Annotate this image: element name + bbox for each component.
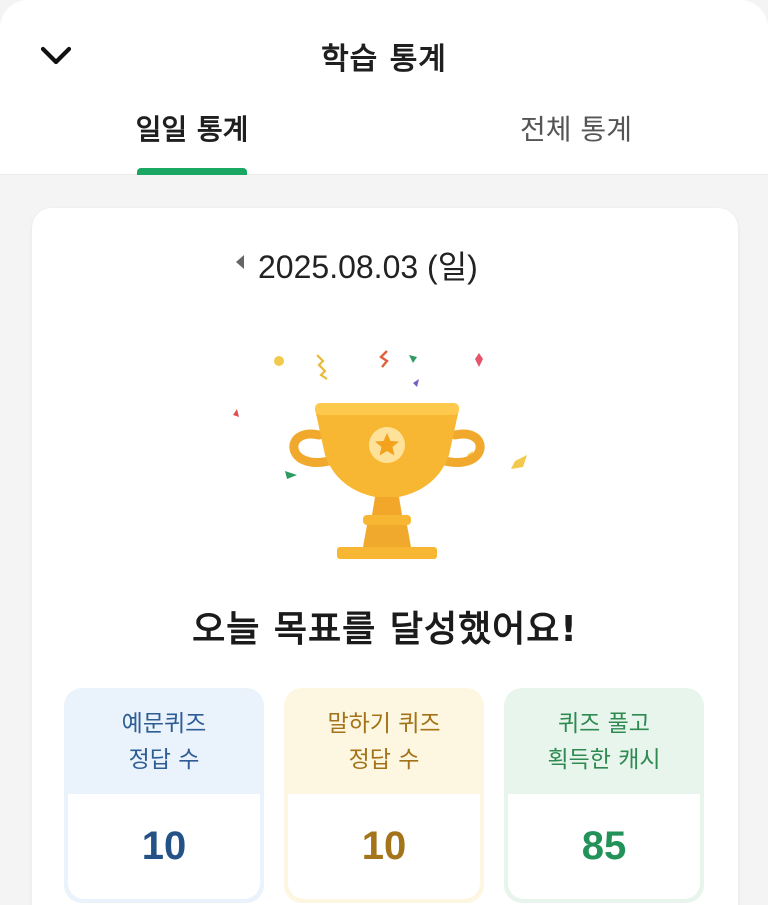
stat-card-earned-cash: 퀴즈 풀고 획득한 캐시 85 <box>504 688 704 903</box>
stat-value: 85 <box>508 794 700 899</box>
stat-card-speaking-quiz: 말하기 퀴즈 정답 수 10 <box>284 688 484 903</box>
statistics-sheet: 학습 통계 일일 통계 전체 통계 2025.08.03 (일) 오늘 목표를 … <box>0 0 768 905</box>
date-label: 2025.08.03 (일) <box>258 249 478 285</box>
stat-value: 10 <box>68 794 260 899</box>
stat-label-line2: 정답 수 <box>128 747 200 773</box>
active-tab-indicator <box>137 168 247 175</box>
goal-achieved-message: 오늘 목표를 달성했어요! <box>192 609 578 650</box>
stat-label-line1: 퀴즈 풀고 <box>558 711 650 737</box>
tab-daily-stats[interactable]: 일일 통계 <box>92 108 292 148</box>
tab-total-stats[interactable]: 전체 통계 <box>476 108 676 148</box>
caret-left-icon[interactable] <box>228 250 252 274</box>
stat-card-example-quiz: 예문퀴즈 정답 수 10 <box>64 688 264 903</box>
stat-label-line2: 정답 수 <box>348 747 420 773</box>
daily-stats-card: 2025.08.03 (일) 오늘 목표를 달성했어요! 예문퀴즈 정답 수 1… <box>32 208 738 905</box>
stat-label: 말하기 퀴즈 정답 수 <box>284 688 484 796</box>
header: 학습 통계 일일 통계 전체 통계 <box>0 0 768 175</box>
date-selector: 2025.08.03 (일) <box>32 242 738 285</box>
trophy-icon <box>233 350 527 559</box>
stat-label: 퀴즈 풀고 획득한 캐시 <box>504 688 704 796</box>
stat-label: 예문퀴즈 정답 수 <box>64 688 264 796</box>
stat-label-line2: 획득한 캐시 <box>547 747 661 773</box>
tab-bar: 일일 통계 전체 통계 <box>0 100 768 175</box>
stat-value: 10 <box>288 794 480 899</box>
stat-label-line1: 말하기 퀴즈 <box>327 711 441 737</box>
stat-label-line1: 예문퀴즈 <box>121 711 207 737</box>
page-title: 학습 통계 <box>321 42 447 77</box>
